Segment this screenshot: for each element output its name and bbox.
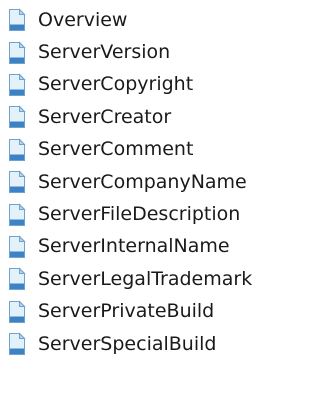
topic-link-label: ServerVersion: [38, 41, 171, 64]
topic-list-item[interactable]: Overview: [7, 4, 252, 36]
topic-link-label: ServerSpecialBuild: [38, 332, 217, 355]
topic-link-label: ServerPrivateBuild: [38, 300, 215, 323]
topic-list-item[interactable]: ServerFileDescription: [7, 198, 252, 230]
topic-list: Overview ServerVersion ServerCopyright S…: [7, 4, 252, 360]
topic-list-item[interactable]: ServerSpecialBuild: [7, 328, 252, 360]
topic-list-item[interactable]: ServerVersion: [7, 36, 252, 68]
document-page-icon: [7, 267, 27, 291]
topic-list-item[interactable]: ServerPrivateBuild: [7, 296, 252, 328]
document-page-icon: [7, 170, 27, 194]
document-page-icon: [7, 8, 27, 32]
document-page-icon: [7, 105, 27, 129]
topic-list-item[interactable]: ServerCreator: [7, 101, 252, 133]
topic-link-label: ServerCreator: [38, 105, 172, 128]
topic-link-label: ServerInternalName: [38, 235, 230, 258]
document-page-icon: [7, 235, 27, 259]
document-page-icon: [7, 73, 27, 97]
topic-link-label: ServerLegalTrademark: [38, 267, 253, 290]
topic-link-label: ServerComment: [38, 138, 194, 161]
topic-list-item[interactable]: ServerComment: [7, 134, 252, 166]
document-page-icon: [7, 299, 27, 324]
topic-link-label: ServerFileDescription: [38, 203, 241, 226]
document-page-icon: [7, 332, 27, 356]
document-page-icon: [7, 40, 27, 65]
topic-list-item[interactable]: ServerCopyright: [7, 69, 252, 101]
document-page-icon: [7, 202, 27, 227]
topic-link-label: Overview: [38, 8, 128, 31]
document-page-icon: [7, 138, 27, 162]
topic-link-label: ServerCopyright: [38, 73, 194, 96]
topic-link-label: ServerCompanyName: [38, 170, 247, 193]
topic-list-item[interactable]: ServerLegalTrademark: [7, 263, 252, 295]
topic-list-item[interactable]: ServerCompanyName: [7, 166, 252, 198]
topic-list-item[interactable]: ServerInternalName: [7, 231, 252, 263]
